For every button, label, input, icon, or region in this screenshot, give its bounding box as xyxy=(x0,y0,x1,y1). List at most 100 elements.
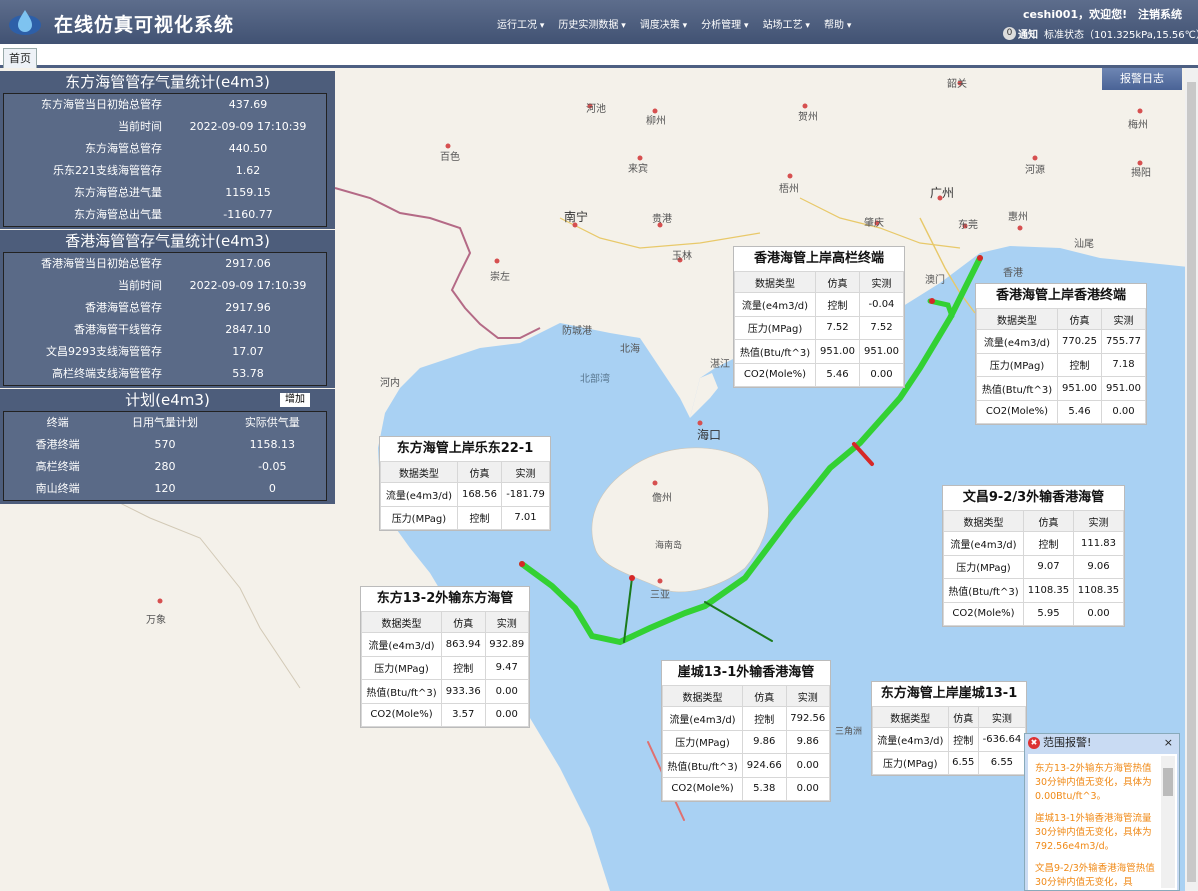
stat-label: 东方海管当日初始总管存 xyxy=(41,98,162,111)
table-cell: 控制 xyxy=(947,727,979,752)
alarm-message: 文昌9-2/3外输香港海管热值30分钟内值无变化，具 xyxy=(1035,863,1155,888)
table-cell: 951.00 xyxy=(1100,376,1147,401)
water-drop-logo-icon xyxy=(9,10,41,35)
hongkong-panel-title: 香港海管管存气量统计(e4m3) xyxy=(65,232,270,250)
table-cell: 热值(Btu/ft^3) xyxy=(976,376,1058,401)
plan-cell: 高栏终端 xyxy=(35,460,80,473)
table-cell: 5.38 xyxy=(742,776,787,801)
table-row: CO2(Mole%) 5.46 0.00 xyxy=(976,399,1147,424)
menu-dispatch[interactable]: 调度决策 xyxy=(640,16,687,31)
table-header-row: 数据类型 仿真 实测 xyxy=(734,271,905,293)
table-row: 热值(Btu/ft^3) 1108.35 1108.35 xyxy=(943,578,1125,603)
table-cell: 792.56 xyxy=(785,706,830,731)
table-row: 流量(e4m3/d) 控制 -0.04 xyxy=(734,292,905,317)
table-header: 仿真 xyxy=(456,461,503,483)
data-table: 数据类型 仿真 实测 流量(e4m3/d) 168.56 -181.79 压力(MPag… xyxy=(380,461,550,530)
table-cell: 7.52 xyxy=(814,315,860,340)
plan-row: 香港终端 570 1158.13 xyxy=(4,434,326,456)
menu-analysis[interactable]: 分析管理 xyxy=(701,16,748,31)
table-row: CO2(Mole%) 3.57 0.00 xyxy=(360,702,529,727)
table-cell: 6.55 xyxy=(977,750,1027,775)
table-title: 香港海管上岸香港终端 xyxy=(995,288,1126,303)
plan-cell: 南山终端 xyxy=(35,482,80,495)
table-cell: CO2(Mole%) xyxy=(943,601,1024,626)
table-cell: 3.57 xyxy=(441,702,486,727)
table-cell: 9.47 xyxy=(484,655,529,680)
plan-header: 日用气量计划 xyxy=(131,416,198,429)
table-cell: 7.01 xyxy=(501,505,550,530)
stat-row: 东方海管总管存 440.50 xyxy=(4,138,326,160)
table-row: CO2(Mole%) 5.46 0.00 xyxy=(734,362,905,387)
table-cell: 0.00 xyxy=(484,702,529,727)
table-row: 热值(Btu/ft^3) 951.00 951.00 xyxy=(976,376,1147,401)
table-cell: 1108.35 xyxy=(1022,578,1074,603)
table-header-row: 数据类型 仿真 实测 xyxy=(360,611,529,633)
table-title: 文昌9-2/3外输香港海管 xyxy=(962,490,1105,505)
stat-row: 当前时间 2022-09-09 17:10:39 xyxy=(4,275,326,297)
right-scrollbar[interactable] xyxy=(1185,68,1198,891)
stat-label: 当前时间 xyxy=(118,120,162,133)
menu-station[interactable]: 站场工艺 xyxy=(763,16,810,31)
hongkong-storage-panel: 香港海管管存气量统计(e4m3) 香港海管当日初始总管存 2917.06 当前时间… xyxy=(0,230,335,388)
table-cell: 压力(MPag) xyxy=(734,315,816,340)
table-header-row: 数据类型 仿真 实测 xyxy=(872,706,1027,728)
dongfang-panel-title: 东方海管管存气量统计(e4m3) xyxy=(65,73,270,91)
add-plan-button[interactable]: 增加 xyxy=(280,393,310,407)
menu-operation[interactable]: 运行工况 xyxy=(497,16,544,31)
table-cell: 热值(Btu/ft^3) xyxy=(661,753,744,778)
table-header: 实测 xyxy=(785,685,830,707)
table-cell: 1108.35 xyxy=(1072,578,1125,603)
alarm-log-button[interactable]: 报警日志 xyxy=(1102,68,1182,90)
table-cell: 5.46 xyxy=(1056,399,1102,424)
logout-link[interactable]: 注销系统 xyxy=(1138,6,1182,22)
plan-row: 南山终端 120 0 xyxy=(4,478,326,500)
menu-history[interactable]: 历史实测数据 xyxy=(558,16,625,31)
table-header: 仿真 xyxy=(1022,510,1074,532)
table-cell: 9.86 xyxy=(742,729,787,754)
table-row: 热值(Btu/ft^3) 924.66 0.00 xyxy=(661,753,830,778)
table-cell: 控制 xyxy=(1056,352,1102,377)
table-header: 实测 xyxy=(977,706,1027,728)
stat-row: 乐东221支线海管管存 1.62 xyxy=(4,160,326,182)
table-row: 热值(Btu/ft^3) 951.00 951.00 xyxy=(734,339,905,364)
stat-label: 香港海管总管存 xyxy=(85,301,162,314)
plan-header: 终端 xyxy=(46,416,69,429)
alarm-scrollbar[interactable] xyxy=(1161,756,1175,888)
table-cell: 951.00 xyxy=(814,339,860,364)
notice-count-badge[interactable]: 0 xyxy=(1003,27,1016,40)
table-cell: 7.18 xyxy=(1100,352,1147,377)
table-cell: 流量(e4m3/d) xyxy=(360,632,443,657)
table-row: 压力(MPag) 控制 7.18 xyxy=(976,352,1147,377)
data-table: 数据类型 仿真 实测 流量(e4m3/d) 控制 111.83 压力(MPag) 9.07… xyxy=(943,510,1125,626)
tab-home[interactable]: 首页 xyxy=(3,48,37,68)
notice-link[interactable]: 通知 xyxy=(1018,26,1038,41)
plan-table: 终端 日用气量计划 实际供气量 香港终端 570 1158.13 高栏终端 280 -0.0… xyxy=(3,411,327,501)
stat-label: 东方海管总出气量 xyxy=(74,208,162,221)
stat-label: 香港海管干线管存 xyxy=(74,323,162,336)
table-cell: 755.77 xyxy=(1100,329,1147,354)
stat-label: 文昌9293支线海管管存 xyxy=(46,345,162,358)
table-title: 崖城13-1外输香港海管 xyxy=(677,665,815,680)
table-cell: CO2(Mole%) xyxy=(734,362,816,387)
table-header: 实测 xyxy=(1072,510,1125,532)
table-row: 流量(e4m3/d) 控制 -636.64 xyxy=(872,727,1027,752)
ledong-landing-table: 东方海管上岸乐东22-1 数据类型 仿真 实测 流量(e4m3/d) 168.56 -1… xyxy=(379,436,551,531)
status-bar: 0 通知 标准状态（101.325kPa,15.56℃） xyxy=(1003,26,1198,41)
table-title: 香港海管上岸高栏终端 xyxy=(753,251,884,266)
table-cell: CO2(Mole%) xyxy=(661,776,744,801)
table-header: 仿真 xyxy=(947,706,979,728)
plan-row: 高栏终端 280 -0.05 xyxy=(4,456,326,478)
menu-help[interactable]: 帮助 xyxy=(824,16,851,31)
table-cell: 933.36 xyxy=(441,679,486,704)
table-header: 实测 xyxy=(501,461,550,483)
alarm-message: 东方13-2外输东方海管热值30分钟内值无变化，具体为0.00Btu/ft^3。 xyxy=(1035,763,1152,802)
table-cell: CO2(Mole%) xyxy=(360,702,443,727)
data-table: 数据类型 仿真 实测 流量(e4m3/d) 770.25 755.77 压力(MPag)… xyxy=(976,308,1147,424)
table-cell: -636.64 xyxy=(977,727,1027,752)
plan-cell: 香港终端 xyxy=(35,438,80,451)
gaolan-terminal-table: 香港海管上岸高栏终端 数据类型 仿真 实测 流量(e4m3/d) 控制 -0.04 压力… xyxy=(733,246,905,388)
table-cell: 流量(e4m3/d) xyxy=(943,531,1024,556)
table-row: 流量(e4m3/d) 770.25 755.77 xyxy=(976,329,1147,354)
dongfang-storage-panel: 东方海管管存气量统计(e4m3) 东方海管当日初始总管存 437.69 当前时间 2… xyxy=(0,71,335,229)
close-icon[interactable]: × xyxy=(1164,736,1173,749)
